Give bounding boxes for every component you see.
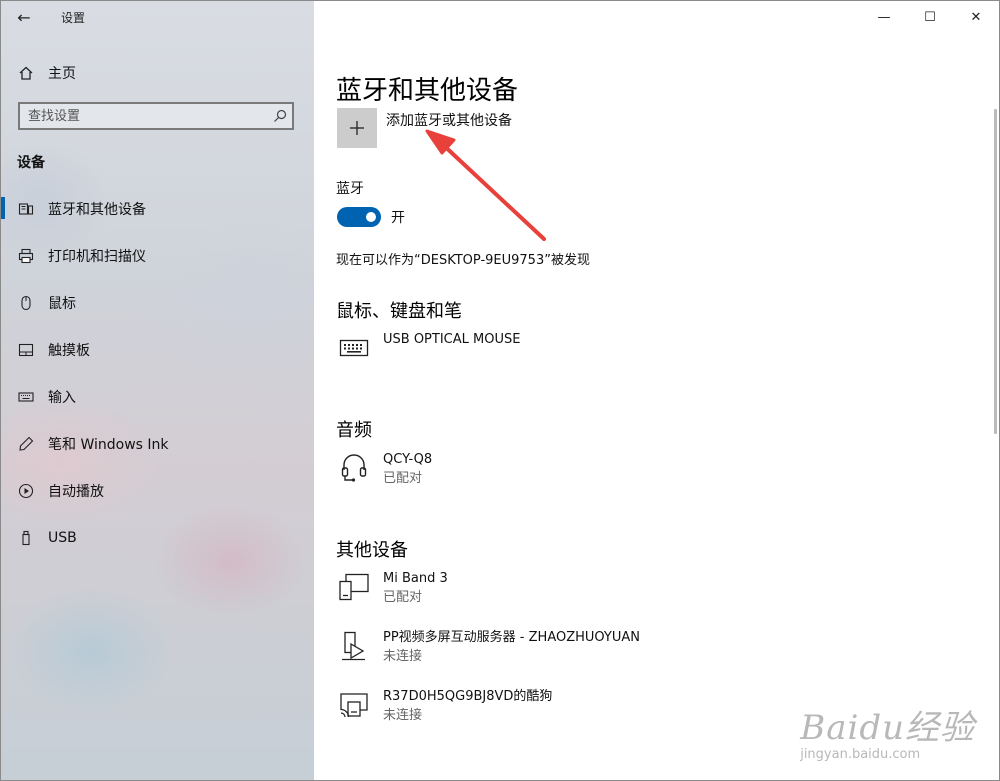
nav-item-pen[interactable]: 笔和 Windows Ink: [1, 420, 314, 467]
page-title: 蓝牙和其他设备: [336, 76, 519, 107]
device-text: QCY-Q8 已配对: [383, 451, 432, 488]
device-name: R37D0H5QG9BJ8VD的酷狗: [383, 689, 553, 704]
group-heading-other-devices: 其他设备: [336, 540, 408, 561]
device-kugou[interactable]: R37D0H5QG9BJ8VD的酷狗 未连接: [337, 688, 552, 725]
add-device-button[interactable]: 添加蓝牙或其他设备: [337, 108, 512, 148]
nav-list: 蓝牙和其他设备 打印机和扫描仪 鼠标 触摸板 输入 笔和 Windows Ink…: [1, 185, 314, 561]
device-status: 已配对: [383, 471, 423, 486]
device-pp-media-server[interactable]: PP视频多屏互动服务器 - ZHAOZHUOYUAN 未连接: [337, 629, 640, 666]
close-icon: ✕: [970, 9, 982, 25]
main-content: — ☐ ✕ 蓝牙和其他设备 添加蓝牙或其他设备 蓝牙 开 现在可以作为“DESK…: [314, 1, 999, 780]
bluetooth-toggle[interactable]: [337, 207, 381, 227]
nav-label: 触摸板: [48, 342, 90, 359]
device-usb-optical-mouse[interactable]: USB OPTICAL MOUSE: [337, 331, 520, 365]
watermark-url: jingyan.baidu.com: [800, 747, 921, 762]
mouse-icon: [18, 295, 34, 311]
device-qcy-q8[interactable]: QCY-Q8 已配对: [337, 451, 432, 488]
nav-item-typing[interactable]: 输入: [1, 373, 314, 420]
group-heading-mouse-keyboard-pen: 鼠标、键盘和笔: [336, 301, 462, 322]
nav-item-autoplay[interactable]: 自动播放: [1, 467, 314, 514]
minimize-icon: —: [877, 9, 891, 25]
device-text: R37D0H5QG9BJ8VD的酷狗 未连接: [383, 688, 552, 725]
device-status: 未连接: [383, 708, 423, 723]
device-name: PP视频多屏互动服务器 - ZHAOZHUOYUAN: [383, 630, 641, 645]
bluetooth-state: 开: [391, 210, 405, 226]
pen-icon: [18, 436, 34, 452]
home-label: 主页: [48, 66, 76, 82]
baidu-watermark: Baidu经验 jingyan.baidu.com: [800, 700, 975, 762]
autoplay-icon: [18, 483, 34, 499]
close-button[interactable]: ✕: [953, 1, 999, 33]
add-device-label: 添加蓝牙或其他设备: [386, 113, 512, 129]
nav-item-touchpad[interactable]: 触摸板: [1, 326, 314, 373]
device-text: PP视频多屏互动服务器 - ZHAOZHUOYUAN 未连接: [383, 629, 640, 666]
plus-icon: [350, 121, 364, 135]
usb-icon: [18, 530, 34, 546]
device-mi-band-3[interactable]: Mi Band 3 已配对: [337, 570, 448, 607]
device-status: 未连接: [383, 649, 423, 664]
window-controls: — ☐ ✕: [861, 1, 999, 33]
nav-label: 自动播放: [48, 483, 104, 500]
generic-device-icon: [337, 570, 371, 604]
toggle-knob: [366, 212, 376, 222]
titlebar-left: ← 设置: [1, 1, 314, 33]
minimize-button[interactable]: —: [861, 1, 907, 33]
back-button[interactable]: ←: [1, 1, 47, 33]
headset-icon: [337, 451, 371, 485]
nav-item-bluetooth[interactable]: 蓝牙和其他设备: [1, 185, 314, 232]
bluetooth-label: 蓝牙: [336, 181, 364, 197]
settings-window: ← 设置 主页 设备 蓝牙和其他设备: [0, 0, 1000, 781]
media-device-icon: [337, 629, 371, 663]
nav-item-printers[interactable]: 打印机和扫描仪: [1, 232, 314, 279]
device-status: 已配对: [383, 590, 423, 605]
nav-home[interactable]: 主页: [1, 57, 314, 89]
nav-label: 鼠标: [48, 295, 76, 312]
discoverable-text: 现在可以作为“DESKTOP-9EU9753”被发现: [336, 253, 590, 268]
nav-label: 输入: [48, 389, 76, 406]
device-name: Mi Band 3: [383, 571, 448, 586]
keyboard-icon: [18, 389, 34, 405]
search-input[interactable]: [20, 107, 268, 125]
maximize-button[interactable]: ☐: [907, 1, 953, 33]
back-arrow-icon: ←: [17, 7, 31, 27]
device-text: USB OPTICAL MOUSE: [383, 331, 520, 349]
nav-item-mouse[interactable]: 鼠标: [1, 279, 314, 326]
add-tile: [337, 108, 377, 148]
nav-label: USB: [48, 529, 77, 546]
device-name: QCY-Q8: [383, 452, 433, 467]
search-box: [18, 102, 294, 130]
app-title: 设置: [61, 10, 86, 25]
bluetooth-devices-icon: [18, 201, 34, 217]
section-heading-devices: 设备: [17, 155, 45, 171]
maximize-icon: ☐: [924, 9, 936, 25]
nav-label: 笔和 Windows Ink: [48, 436, 169, 453]
nav-label: 打印机和扫描仪: [48, 248, 146, 265]
search-icon[interactable]: [268, 109, 292, 123]
touchpad-icon: [18, 342, 34, 358]
cast-device-icon: [337, 688, 371, 722]
nav-item-usb[interactable]: USB: [1, 514, 314, 561]
group-heading-audio: 音频: [336, 420, 372, 441]
scrollbar[interactable]: [994, 109, 997, 434]
home-icon: [18, 65, 34, 81]
bluetooth-toggle-row: 开: [337, 207, 405, 227]
sidebar: ← 设置 主页 设备 蓝牙和其他设备: [1, 1, 314, 780]
device-name: USB OPTICAL MOUSE: [383, 332, 521, 347]
keyboard-device-icon: [337, 331, 371, 365]
watermark-logo: Baidu经验: [800, 708, 975, 748]
device-text: Mi Band 3 已配对: [383, 570, 448, 607]
nav-label: 蓝牙和其他设备: [48, 201, 146, 218]
printer-icon: [18, 248, 34, 264]
